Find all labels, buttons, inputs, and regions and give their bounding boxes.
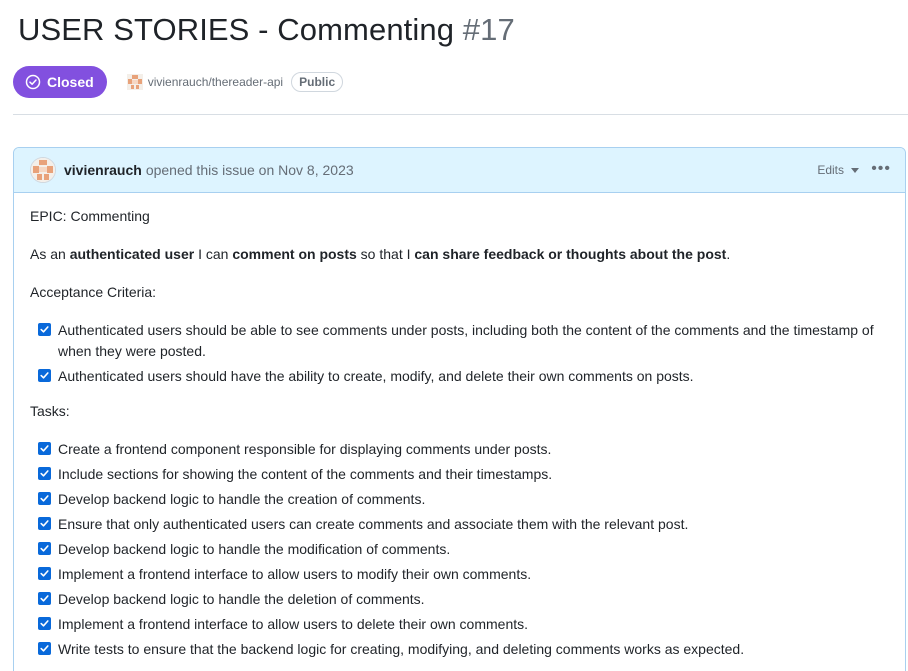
tasks-heading: Tasks: <box>30 403 70 419</box>
task-checkbox[interactable] <box>38 369 51 382</box>
task-list-item: Ensure that only authenticated users can… <box>30 514 889 535</box>
task-list-item: Authenticated users should have the abil… <box>30 366 889 387</box>
task-checkbox[interactable] <box>38 492 51 505</box>
task-text: Develop backend logic to handle the dele… <box>58 591 425 607</box>
task-checkbox[interactable] <box>38 592 51 605</box>
task-text: Authenticated users should be able to se… <box>58 322 874 359</box>
task-text: Ensure that only authenticated users can… <box>58 516 689 532</box>
checkmark-icon <box>40 620 49 627</box>
task-text: Develop backend logic to handle the crea… <box>58 491 426 507</box>
author-avatar-icon[interactable] <box>30 157 56 183</box>
task-checkbox[interactable] <box>38 617 51 630</box>
task-checkbox[interactable] <box>38 442 51 455</box>
task-list-item: Develop backend logic to handle the dele… <box>30 589 889 610</box>
task-checkbox[interactable] <box>38 567 51 580</box>
issue-state-badge: Closed <box>13 66 107 98</box>
story-text-4: . <box>726 246 731 262</box>
story-bold-3: can share feedback or thoughts about the… <box>414 246 727 262</box>
edits-dropdown[interactable]: Edits <box>817 163 859 177</box>
checkmark-icon <box>40 372 49 379</box>
story-bold-1: authenticated user <box>69 246 195 262</box>
issue-number: #17 <box>462 12 515 47</box>
task-checkbox[interactable] <box>38 323 51 336</box>
comment-options-kebab-icon[interactable]: ••• <box>871 161 891 177</box>
checkmark-icon <box>40 326 49 333</box>
task-checkbox[interactable] <box>38 542 51 555</box>
comment-body: EPIC: Commenting As an authenticated use… <box>14 193 905 660</box>
issue-title: USER STORIES - Commenting #17 <box>18 12 515 48</box>
task-checkbox[interactable] <box>38 467 51 480</box>
task-text: Implement a frontend interface to allow … <box>58 616 529 632</box>
comment-header: vivienrauch opened this issue on Nov 8, … <box>14 148 905 193</box>
story-text-1: As an <box>30 246 70 262</box>
closed-check-icon <box>25 74 41 90</box>
checkmark-icon <box>40 495 49 502</box>
epic-line: EPIC: Commenting <box>30 208 150 224</box>
task-text: Create a frontend component responsible … <box>58 441 552 457</box>
repo-visibility-label: Public <box>291 72 344 92</box>
task-list-item: Implement a frontend interface to allow … <box>30 564 889 585</box>
story-bold-2: comment on posts <box>232 246 357 262</box>
issue-title-text: USER STORIES - Commenting <box>18 12 455 47</box>
issue-page: USER STORIES - Commenting #17 Closed viv… <box>0 0 908 671</box>
task-list-item: Develop backend logic to handle the crea… <box>30 489 889 510</box>
comment-author-link[interactable]: vivienrauch <box>64 162 142 178</box>
caret-down-icon <box>851 167 859 173</box>
checkmark-icon <box>40 595 49 602</box>
story-text-3: so that I <box>356 246 415 262</box>
tasks-list: Create a frontend component responsible … <box>30 439 889 660</box>
task-list-item: Write tests to ensure that the backend l… <box>30 639 889 660</box>
edits-label: Edits <box>817 163 844 177</box>
header-divider <box>13 114 908 115</box>
checkmark-icon <box>40 645 49 652</box>
task-text: Write tests to ensure that the backend l… <box>58 641 745 657</box>
acceptance-criteria-heading: Acceptance Criteria: <box>30 284 157 300</box>
task-text: Implement a frontend interface to allow … <box>58 566 532 582</box>
issue-state-label: Closed <box>47 74 94 90</box>
task-list-item: Implement a frontend interface to allow … <box>30 614 889 635</box>
checkmark-icon <box>40 470 49 477</box>
issue-meta-row: Closed vivienrauch/thereader-api Public <box>13 66 344 98</box>
task-list-item: Develop backend logic to handle the modi… <box>30 539 889 560</box>
task-checkbox[interactable] <box>38 642 51 655</box>
user-story-line: As an authenticated user I can comment o… <box>30 244 889 265</box>
checkmark-icon <box>40 545 49 552</box>
checkmark-icon <box>40 570 49 577</box>
task-text: Develop backend logic to handle the modi… <box>58 541 451 557</box>
task-list-item: Include sections for showing the content… <box>30 464 889 485</box>
repo-link[interactable]: vivienrauch/thereader-api <box>148 75 283 89</box>
issue-comment: vivienrauch opened this issue on Nov 8, … <box>13 147 906 671</box>
repo-owner-avatar-icon[interactable] <box>126 74 143 90</box>
comment-opened-text: opened this issue on Nov 8, 2023 <box>145 162 354 178</box>
task-text: Include sections for showing the content… <box>58 466 553 482</box>
story-text-2: I can <box>194 246 233 262</box>
task-list-item: Create a frontend component responsible … <box>30 439 889 460</box>
task-checkbox[interactable] <box>38 517 51 530</box>
checkmark-icon <box>40 445 49 452</box>
task-list-item: Authenticated users should be able to se… <box>30 320 889 362</box>
task-text: Authenticated users should have the abil… <box>58 368 694 384</box>
checkmark-icon <box>40 520 49 527</box>
acceptance-criteria-list: Authenticated users should be able to se… <box>30 320 889 387</box>
